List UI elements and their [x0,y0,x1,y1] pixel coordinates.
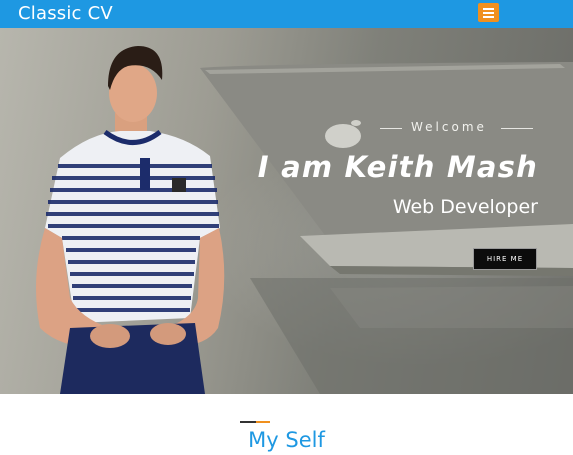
welcome-text: Welcome [411,120,487,134]
welcome-divider-left [380,128,402,129]
hero-banner: Welcome I am Keith Mash Web Developer HI… [0,28,573,394]
section-title: My Self [248,428,325,452]
hero-subheading: Web Developer [392,196,538,218]
man-figure [36,46,225,394]
top-navbar: Classic CV [0,0,573,28]
hero-heading: I am Keith Mash [257,150,538,184]
section-divider [240,421,270,423]
hire-me-button[interactable]: HIRE ME [473,248,537,270]
site-brand[interactable]: Classic CV [18,3,113,24]
welcome-divider-right [501,128,533,129]
hamburger-menu-icon[interactable] [478,3,499,22]
apple-logo-icon [325,124,361,148]
welcome-tagline: Welcome [380,120,535,136]
